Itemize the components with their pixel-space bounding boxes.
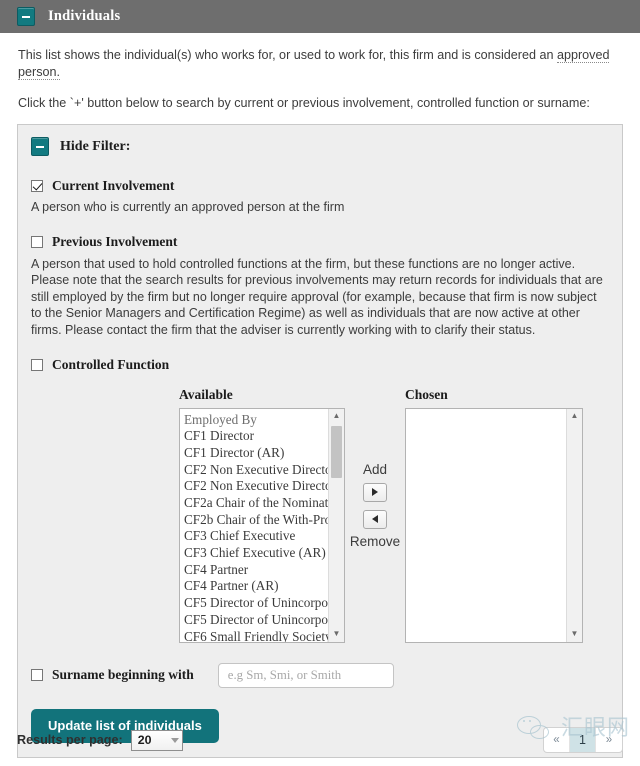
chevron-down-icon[interactable]: ▼ bbox=[567, 627, 582, 642]
chosen-listbox[interactable]: ▲ ▼ bbox=[405, 407, 583, 643]
surname-checkbox[interactable] bbox=[31, 669, 43, 682]
list-item[interactable]: CF2a Chair of the Nomination bbox=[184, 495, 328, 512]
list-item[interactable]: CF2 Non Executive Director bbox=[184, 478, 328, 495]
pagination-next[interactable]: » bbox=[596, 728, 622, 752]
pagination-page-1[interactable]: 1 bbox=[570, 728, 596, 752]
transfer-controls: Add Remove bbox=[345, 387, 405, 551]
current-involvement-label: Current Involvement bbox=[52, 178, 175, 193]
results-per-page-value: 20 bbox=[137, 733, 152, 747]
minus-glyph bbox=[22, 15, 30, 18]
results-per-page-label: Results per page: bbox=[17, 733, 123, 747]
triangle-left-icon bbox=[372, 515, 378, 524]
surname-row: Surname beginning with bbox=[31, 662, 609, 688]
chevron-up-icon[interactable]: ▲ bbox=[567, 409, 582, 424]
page-title: Individuals bbox=[48, 8, 121, 24]
checkbox-row-controlled-function[interactable]: Controlled Function bbox=[31, 357, 609, 373]
previous-involvement-label: Previous Involvement bbox=[52, 233, 178, 249]
scrollbar-thumb[interactable] bbox=[331, 425, 342, 478]
list-item[interactable]: CF2 Non Executive Director bbox=[184, 462, 328, 479]
surname-input[interactable] bbox=[217, 662, 394, 688]
hide-filter-label: Hide Filter: bbox=[60, 138, 131, 154]
controlled-function-checkbox[interactable] bbox=[31, 358, 43, 371]
panel-header: Individuals bbox=[0, 0, 640, 33]
intro-paragraph-1-text: This list shows the individual(s) who wo… bbox=[18, 48, 557, 62]
minus-square-icon[interactable] bbox=[31, 137, 49, 156]
surname-label: Surname beginning with bbox=[52, 667, 194, 683]
current-involvement-checkbox[interactable] bbox=[31, 180, 43, 192]
list-item[interactable]: CF3 Chief Executive (AR) bbox=[184, 545, 328, 562]
remove-button[interactable] bbox=[363, 509, 387, 529]
intro-section: This list shows the individual(s) who wo… bbox=[0, 33, 640, 112]
checkbox-row-current-involvement[interactable]: Current Involvement bbox=[31, 178, 609, 194]
list-item[interactable]: CF5 Director of Unincorpora bbox=[184, 595, 328, 612]
current-involvement-description: A person who is currently an approved pe… bbox=[31, 200, 345, 214]
pagination-prev[interactable]: « bbox=[544, 728, 570, 752]
results-per-page: Results per page: 20 bbox=[17, 729, 183, 751]
list-item[interactable]: CF1 Director (AR) bbox=[184, 445, 328, 462]
minus-square-icon[interactable] bbox=[17, 7, 35, 26]
minus-glyph bbox=[36, 145, 44, 148]
list-item[interactable]: CF2b Chair of the With-Prof bbox=[184, 512, 328, 529]
list-item[interactable]: CF3 Chief Executive bbox=[184, 528, 328, 545]
chosen-scrollbar[interactable]: ▲ ▼ bbox=[566, 408, 582, 642]
pagination: « 1 » bbox=[543, 727, 623, 753]
list-item[interactable]: CF4 Partner (AR) bbox=[184, 578, 328, 595]
list-item[interactable]: CF5 Director of Unincorpora bbox=[184, 612, 328, 629]
footer-bar: Results per page: 20 « 1 » bbox=[0, 726, 640, 754]
filter-header[interactable]: Hide Filter: bbox=[31, 135, 609, 160]
list-item[interactable]: CF6 Small Friendly Society bbox=[184, 629, 328, 642]
available-listbox[interactable]: Employed By CF1 Director CF1 Director (AR)… bbox=[179, 407, 345, 643]
available-scrollbar[interactable]: ▲ ▼ bbox=[328, 408, 344, 642]
list-item[interactable]: Employed By bbox=[184, 412, 328, 429]
controlled-function-label: Controlled Function bbox=[52, 356, 170, 372]
intro-paragraph-1: This list shows the individual(s) who wo… bbox=[18, 33, 622, 81]
caret-down-icon bbox=[170, 737, 179, 743]
previous-involvement-description: A person that used to hold controlled fu… bbox=[31, 256, 603, 337]
previous-involvement-checkbox[interactable] bbox=[31, 235, 43, 248]
chevron-up-icon[interactable]: ▲ bbox=[329, 409, 344, 424]
chosen-column: Chosen ▲ ▼ bbox=[405, 387, 583, 643]
available-items[interactable]: Employed By CF1 Director CF1 Director (AR)… bbox=[180, 409, 328, 642]
list-item[interactable]: CF1 Director bbox=[184, 428, 328, 445]
checkbox-row-previous-involvement[interactable]: Previous Involvement bbox=[31, 234, 609, 250]
intro-paragraph-2: Click the `+' button below to search by … bbox=[18, 96, 590, 110]
chevron-down-icon[interactable]: ▼ bbox=[329, 627, 344, 642]
chosen-caption: Chosen bbox=[405, 386, 448, 402]
results-per-page-select[interactable]: 20 bbox=[130, 729, 183, 751]
available-column: Available Employed By CF1 Director CF1 Dir… bbox=[179, 387, 345, 643]
triangle-right-icon bbox=[372, 488, 378, 497]
chosen-items[interactable] bbox=[406, 409, 566, 642]
dual-list-selector: Available Employed By CF1 Director CF1 Dir… bbox=[31, 387, 609, 643]
add-button[interactable] bbox=[363, 482, 387, 502]
filter-panel: Hide Filter: Current Involvement A perso… bbox=[17, 124, 623, 758]
available-caption: Available bbox=[179, 386, 233, 402]
add-label: Add bbox=[362, 461, 388, 477]
list-item[interactable]: CF4 Partner bbox=[184, 562, 328, 579]
remove-label: Remove bbox=[349, 533, 401, 549]
